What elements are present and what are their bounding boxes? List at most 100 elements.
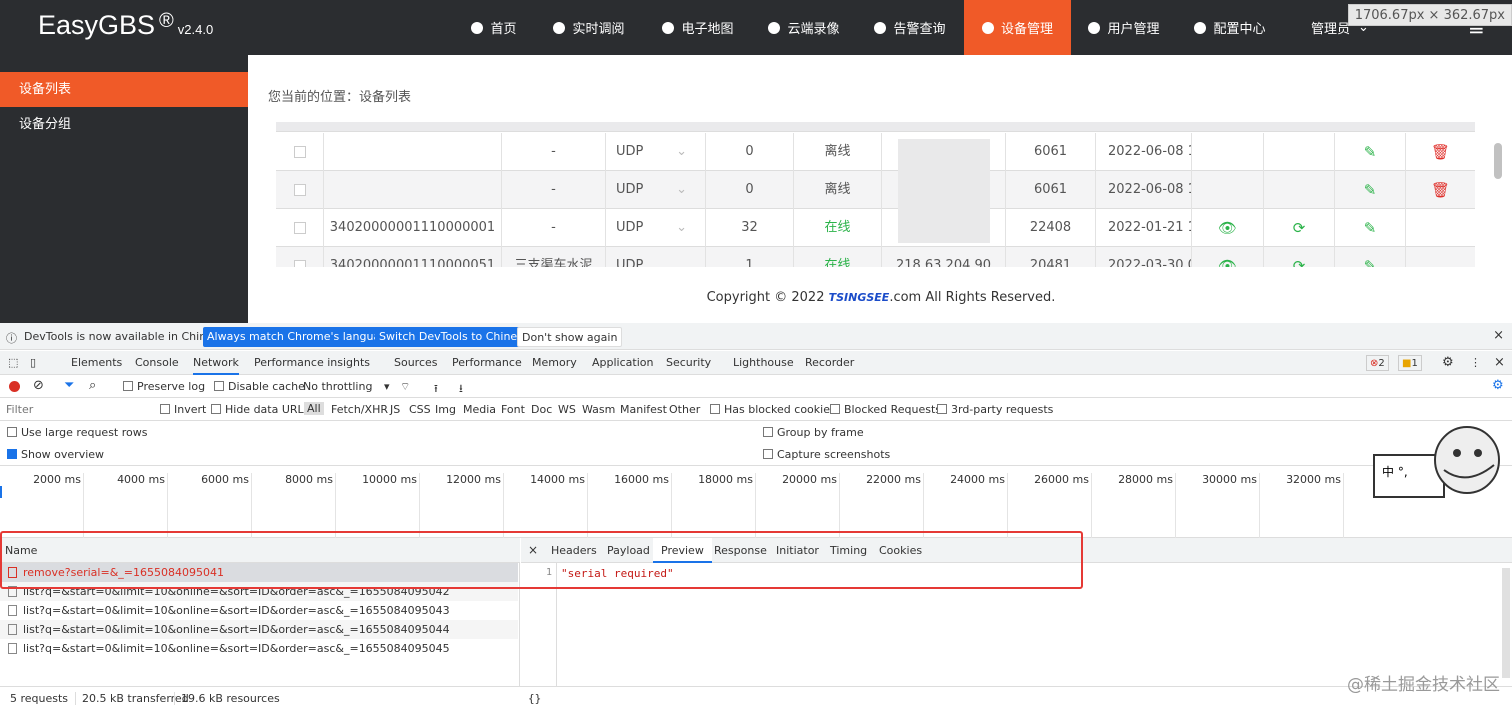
close-detail-icon[interactable]: × xyxy=(528,538,538,563)
row-checkbox[interactable] xyxy=(276,247,324,267)
filter-icon[interactable]: ⏷ xyxy=(64,378,74,393)
upload-icon[interactable]: ⭱ xyxy=(434,380,438,399)
type-font[interactable]: Font xyxy=(501,403,525,416)
nav-cloud-record[interactable]: 云端录像 xyxy=(756,0,852,55)
tab-memory[interactable]: Memory xyxy=(532,351,577,375)
protocol-select[interactable]: UDP xyxy=(606,247,706,267)
request-row[interactable]: list?q=&start=0&limit=10&online=&sort=ID… xyxy=(0,639,518,658)
dont-show-button[interactable]: Don't show again xyxy=(517,327,623,347)
table-row[interactable]: - UDP⌄ 0 离线 6061 2022-06-08 14: ✎ 🗑 xyxy=(276,133,1475,171)
view-button[interactable]: 👁 xyxy=(1192,209,1264,247)
disable-cache-checkbox[interactable]: Disable cache xyxy=(214,380,305,393)
timeline-overview[interactable]: 2000 ms 4000 ms 6000 ms 8000 ms 10000 ms… xyxy=(0,466,1512,538)
tab-performance-insights[interactable]: Performance insights xyxy=(254,351,370,375)
tab-headers[interactable]: Headers xyxy=(551,538,597,563)
tab-timing[interactable]: Timing xyxy=(830,538,867,563)
switch-chinese-button[interactable]: Switch DevTools to Chinese xyxy=(375,327,534,347)
third-party-checkbox[interactable]: 3rd-party requests xyxy=(937,403,1053,416)
match-language-button[interactable]: Always match Chrome's language xyxy=(203,327,398,347)
tab-performance[interactable]: Performance xyxy=(452,351,522,375)
clear-icon[interactable]: ⊘ xyxy=(33,378,44,393)
nav-alarm-query[interactable]: 告警查询 xyxy=(862,0,958,55)
more-menu-icon[interactable]: ⋮ xyxy=(1470,351,1481,375)
row-checkbox[interactable] xyxy=(276,171,324,209)
delete-button[interactable]: 🗑 xyxy=(1406,171,1475,209)
close-icon[interactable]: × xyxy=(1493,328,1504,343)
edit-button[interactable]: ✎ xyxy=(1335,171,1406,209)
record-icon[interactable] xyxy=(9,381,20,392)
refresh-button[interactable]: ⟳ xyxy=(1264,209,1335,247)
name-column-header[interactable]: Name xyxy=(0,538,520,563)
app-logo[interactable]: EasyGBS ® v2.4.0 xyxy=(38,10,213,41)
warning-badge[interactable]: ■1 xyxy=(1398,355,1422,371)
protocol-select[interactable]: UDP ⌄ xyxy=(606,133,706,171)
table-row[interactable]: 34020000001110000001 - UDP ⌄ 32 在线 22408 … xyxy=(276,209,1475,247)
nav-live-view[interactable]: 实时调阅 xyxy=(540,0,638,55)
type-wasm[interactable]: Wasm xyxy=(582,403,615,416)
error-badge[interactable]: ⊗2 xyxy=(1366,355,1389,371)
nav-map[interactable]: 电子地图 xyxy=(650,0,746,55)
tab-recorder[interactable]: Recorder xyxy=(805,351,854,375)
tab-application[interactable]: Application xyxy=(592,351,653,375)
type-css[interactable]: CSS xyxy=(409,403,431,416)
protocol-select[interactable]: UDP ⌄ xyxy=(606,209,706,247)
wifi-icon[interactable]: ⌔ xyxy=(400,380,410,394)
preview-scrollbar[interactable] xyxy=(1502,568,1510,678)
type-all[interactable]: All xyxy=(304,402,324,415)
tab-network[interactable]: Network xyxy=(193,351,239,375)
filter-input[interactable] xyxy=(2,401,148,418)
type-fetch-xhr[interactable]: Fetch/XHR xyxy=(331,403,388,416)
group-by-frame-checkbox[interactable]: Group by frame xyxy=(763,426,864,439)
row-checkbox[interactable] xyxy=(276,133,324,171)
table-row[interactable]: 34020000001110000051 三支渠车水泥 UDP 1 在线 218… xyxy=(276,247,1475,267)
tab-initiator[interactable]: Initiator xyxy=(776,538,819,563)
request-row[interactable]: list?q=&start=0&limit=10&online=&sort=ID… xyxy=(0,582,518,601)
capture-screenshots-checkbox[interactable]: Capture screenshots xyxy=(763,448,890,461)
throttling-select[interactable]: No throttling ▾ xyxy=(303,380,389,393)
pretty-print-icon[interactable]: {} xyxy=(528,692,541,705)
sidebar-item-device-group[interactable]: 设备分组 xyxy=(0,107,248,142)
tab-preview[interactable]: Preview xyxy=(653,538,712,563)
type-js[interactable]: JS xyxy=(390,403,400,416)
tab-sources[interactable]: Sources xyxy=(394,351,438,375)
type-media[interactable]: Media xyxy=(463,403,496,416)
table-scrollbar[interactable] xyxy=(1494,143,1502,179)
tab-lighthouse[interactable]: Lighthouse xyxy=(733,351,794,375)
type-img[interactable]: Img xyxy=(435,403,456,416)
nav-user-management[interactable]: 用户管理 xyxy=(1076,0,1172,55)
type-ws[interactable]: WS xyxy=(558,403,576,416)
request-row[interactable]: list?q=&start=0&limit=10&online=&sort=ID… xyxy=(0,620,518,639)
download-icon[interactable]: ⭳ xyxy=(459,380,463,399)
nav-device-management[interactable]: 设备管理 xyxy=(964,0,1071,55)
row-checkbox[interactable] xyxy=(276,209,324,247)
tab-cookies[interactable]: Cookies xyxy=(879,538,922,563)
type-doc[interactable]: Doc xyxy=(531,403,552,416)
inspect-icon[interactable]: ⬚ xyxy=(8,351,18,375)
refresh-button[interactable]: ⟳ xyxy=(1264,247,1335,267)
view-button[interactable]: 👁 xyxy=(1192,247,1264,267)
edit-button[interactable]: ✎ xyxy=(1335,247,1406,267)
table-row[interactable]: - UDP⌄ 0 离线 6061 2022-06-08 14: ✎ 🗑 xyxy=(276,171,1475,209)
close-devtools-icon[interactable]: × xyxy=(1494,351,1505,375)
blocked-cookies-checkbox[interactable]: Has blocked cookies xyxy=(710,403,836,416)
request-row[interactable]: remove?serial=&_=1655084095041 xyxy=(0,563,518,582)
nav-config-center[interactable]: 配置中心 xyxy=(1182,0,1278,55)
edit-button[interactable]: ✎ xyxy=(1335,209,1406,247)
show-overview-checkbox[interactable]: Show overview xyxy=(7,448,104,461)
invert-checkbox[interactable]: Invert xyxy=(160,403,206,416)
tab-response[interactable]: Response xyxy=(714,538,767,563)
delete-button[interactable]: 🗑 xyxy=(1406,133,1475,171)
preserve-log-checkbox[interactable]: Preserve log xyxy=(123,380,205,393)
network-settings-icon[interactable]: ⚙ xyxy=(1492,378,1504,393)
protocol-select[interactable]: UDP ⌄ xyxy=(606,171,706,209)
request-row[interactable]: list?q=&start=0&limit=10&online=&sort=ID… xyxy=(0,601,518,620)
sidebar-item-device-list[interactable]: 设备列表 xyxy=(0,72,248,107)
nav-home[interactable]: 首页 xyxy=(458,0,530,55)
tab-payload[interactable]: Payload xyxy=(607,538,650,563)
tab-console[interactable]: Console xyxy=(135,351,179,375)
device-toggle-icon[interactable]: ▯ xyxy=(30,351,36,375)
search-icon[interactable]: ⌕ xyxy=(89,378,96,393)
large-rows-checkbox[interactable]: Use large request rows xyxy=(7,426,147,439)
settings-gear-icon[interactable]: ⚙ xyxy=(1442,351,1454,375)
hide-data-urls-checkbox[interactable]: Hide data URLs xyxy=(211,403,309,416)
